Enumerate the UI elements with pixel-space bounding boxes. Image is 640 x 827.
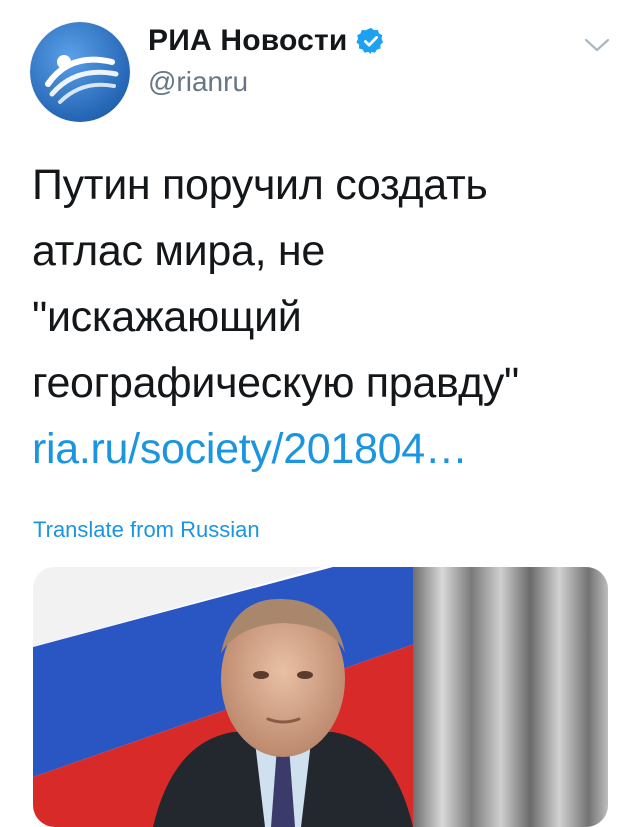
name-row: РИА Новости bbox=[148, 22, 386, 60]
tweet-line: атлас мира, не bbox=[32, 227, 325, 275]
verified-badge-icon bbox=[355, 27, 383, 55]
author-block[interactable]: РИА Новости @rianru bbox=[148, 22, 386, 98]
tweet-line: Путин поручил создать bbox=[32, 161, 488, 209]
account-name[interactable]: РИА Новости bbox=[148, 24, 348, 58]
avatar[interactable] bbox=[30, 22, 130, 122]
translate-link[interactable]: Translate from Russian bbox=[33, 517, 260, 543]
tweet-header: РИА Новости @rianru bbox=[0, 0, 640, 140]
photo-icon bbox=[33, 567, 608, 827]
account-handle[interactable]: @rianru bbox=[148, 66, 386, 98]
tweet-text: Путин поручил создать атлас мира, не "ис… bbox=[32, 152, 612, 482]
tweet-line: "искажающий bbox=[32, 293, 302, 341]
ria-logo-icon bbox=[30, 22, 130, 122]
chevron-down-icon[interactable] bbox=[582, 34, 612, 56]
tweet-line: географическую правду" bbox=[32, 359, 520, 407]
tweet-link[interactable]: ria.ru/society/201804… bbox=[32, 416, 612, 482]
tweet-media-photo[interactable] bbox=[33, 567, 608, 827]
